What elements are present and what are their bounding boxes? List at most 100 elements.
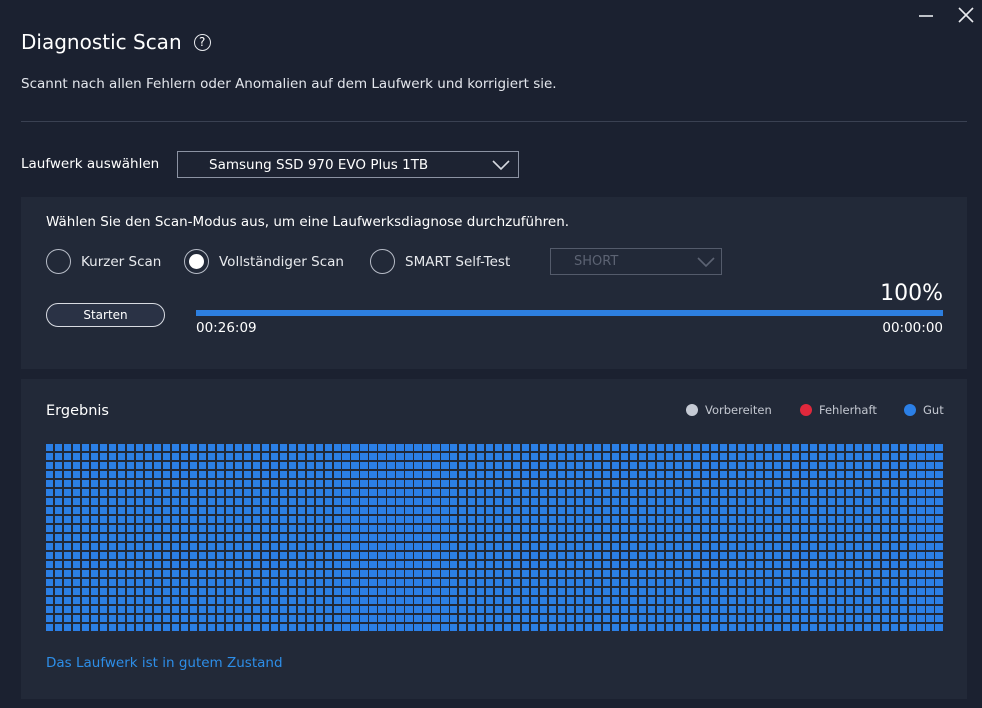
sector-block (396, 614, 404, 622)
sector-block (324, 551, 332, 559)
sector-block (710, 444, 719, 452)
sector-block (567, 470, 575, 479)
sector-block (558, 506, 566, 515)
sector-block (324, 461, 332, 470)
radio-vollstaendiger-scan[interactable]: Vollständiger Scan (184, 249, 344, 274)
sector-block (701, 596, 710, 604)
sector-block (674, 605, 683, 613)
close-button[interactable] (955, 4, 977, 26)
sector-block (872, 515, 880, 524)
sector-block (99, 560, 108, 568)
sector-block (800, 524, 808, 533)
sector-block (342, 515, 350, 524)
sector-block (764, 524, 772, 533)
sector-block (324, 542, 332, 551)
sector-block (629, 542, 638, 551)
sector-block (504, 569, 512, 577)
sector-block (162, 569, 170, 577)
sector-block (495, 515, 503, 524)
radio-kurzer-scan[interactable]: Kurzer Scan (46, 249, 161, 274)
sector-block (917, 551, 925, 559)
sector-block (647, 623, 656, 631)
sector-block (441, 542, 449, 551)
sector-block (540, 533, 548, 542)
sector-block (791, 515, 799, 524)
sector-block (225, 542, 233, 551)
sector-block (72, 497, 81, 506)
sector-block (594, 515, 602, 524)
sector-block (674, 444, 683, 452)
sector-block (54, 578, 63, 586)
sector-block (764, 542, 772, 551)
sector-block (432, 533, 440, 542)
sector-block (665, 623, 674, 631)
sector-block (513, 542, 521, 551)
sector-block (261, 524, 269, 533)
sector-block (360, 470, 368, 479)
sector-block (863, 560, 871, 568)
sector-block (549, 506, 557, 515)
drive-select[interactable]: Samsung SSD 970 EVO Plus 1TB (177, 151, 519, 178)
smart-test-select[interactable]: SHORT (550, 248, 722, 275)
sector-block (459, 569, 467, 577)
sector-block (441, 623, 449, 631)
sector-block (549, 596, 557, 604)
sector-block (594, 524, 602, 533)
sector-block (279, 587, 287, 595)
sector-block (198, 533, 206, 542)
sector-block (908, 506, 916, 515)
sector-block (603, 497, 611, 506)
sector-block (207, 605, 215, 613)
sector-block (791, 569, 799, 577)
radio-smart-self-test[interactable]: SMART Self-Test (370, 249, 510, 274)
sector-block (818, 497, 826, 506)
sector-block (396, 461, 404, 470)
radio-label: Kurzer Scan (81, 253, 162, 270)
sector-block (576, 497, 584, 506)
sector-block (405, 614, 413, 622)
sector-block (629, 470, 638, 479)
sector-block (46, 533, 54, 542)
start-button[interactable]: Starten (46, 303, 165, 327)
sector-block (917, 596, 925, 604)
sector-block (108, 506, 117, 515)
sector-block (549, 452, 557, 461)
sector-block (603, 444, 611, 452)
sector-block (46, 605, 54, 613)
sector-block (270, 488, 278, 497)
sector-block (656, 560, 665, 568)
sector-block (162, 506, 170, 515)
sector-block (612, 470, 620, 479)
sector-block (477, 506, 485, 515)
sector-block (531, 533, 539, 542)
legend-label: Gut (923, 403, 944, 417)
sector-block (63, 452, 72, 461)
sector-block (288, 533, 296, 542)
sector-block (558, 470, 566, 479)
sector-block (198, 524, 206, 533)
sector-block (836, 605, 844, 613)
sector-block (665, 605, 674, 613)
sector-block (360, 515, 368, 524)
sector-block (144, 515, 153, 524)
sector-block (279, 506, 287, 515)
sector-block (252, 452, 260, 461)
help-icon[interactable]: ? (193, 33, 211, 51)
sector-block (845, 470, 853, 479)
sector-block (360, 614, 368, 622)
sector-block (495, 488, 503, 497)
sector-block (890, 578, 898, 586)
sector-block (917, 533, 925, 542)
progress-percent: 100% (880, 281, 943, 306)
sector-block (926, 596, 934, 604)
sector-block (261, 452, 269, 461)
sector-block (827, 569, 835, 577)
minimize-button[interactable] (915, 4, 937, 26)
sector-block (306, 470, 314, 479)
sector-block (207, 488, 215, 497)
sector-block (468, 533, 476, 542)
sector-block (719, 623, 728, 631)
scan-mode-panel: Wählen Sie den Scan-Modus aus, um eine L… (21, 197, 967, 369)
sector-block (396, 506, 404, 515)
sector-block (755, 470, 763, 479)
